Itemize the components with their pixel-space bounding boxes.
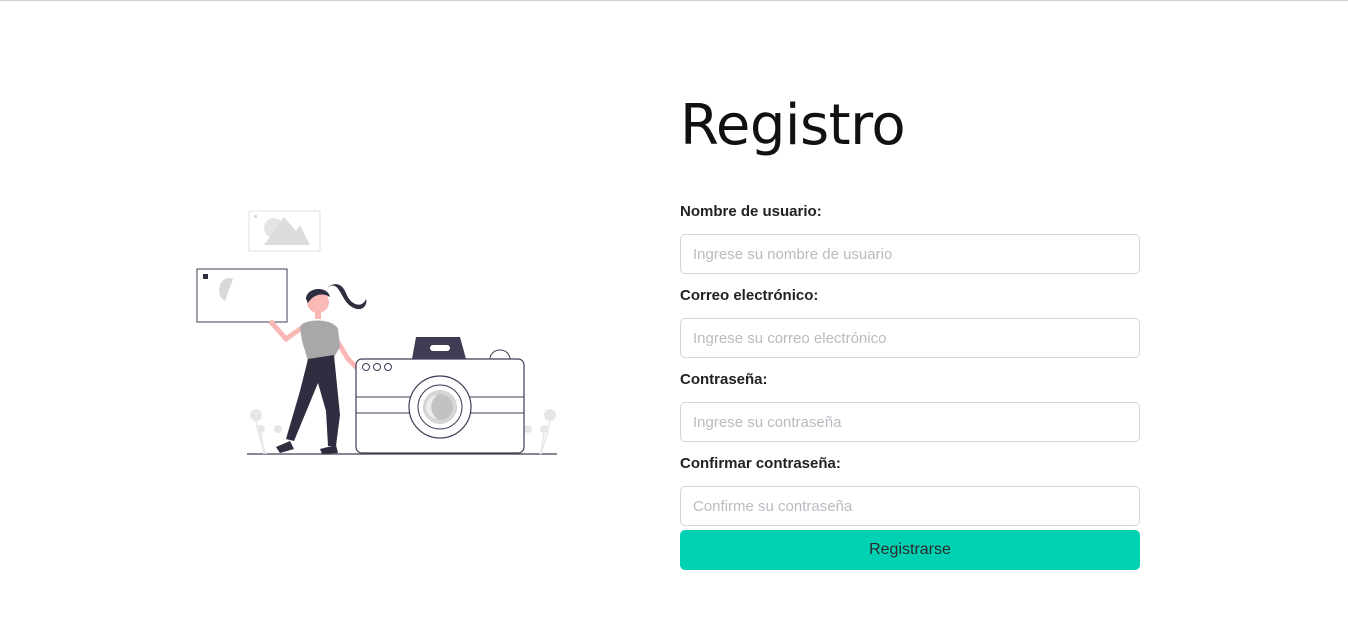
username-group: Nombre de usuario: <box>680 202 1140 274</box>
register-form: Nombre de usuario: Correo electrónico: C… <box>680 202 1140 570</box>
image-placeholder-icon <box>248 210 321 252</box>
photo-card-icon <box>196 268 288 323</box>
username-label: Nombre de usuario: <box>680 203 822 220</box>
email-group: Correo electrónico: <box>680 286 1140 358</box>
username-input[interactable] <box>680 234 1140 274</box>
password-label: Contraseña: <box>680 371 768 388</box>
register-page: Registro Nombre de usuario: Correo elect… <box>0 0 1348 643</box>
confirm-password-group: Confirmar contraseña: <box>680 454 1140 526</box>
email-input[interactable] <box>680 318 1140 358</box>
register-button[interactable]: Registrarse <box>680 530 1140 570</box>
confirm-password-label: Confirmar contraseña: <box>680 455 841 472</box>
password-group: Contraseña: <box>680 370 1140 442</box>
page-title: Registro <box>680 93 906 158</box>
woman-with-camera-illustration <box>190 201 570 466</box>
confirm-password-input[interactable] <box>680 486 1140 526</box>
register-panel: Registro Nombre de usuario: Correo elect… <box>680 89 1140 570</box>
camera-icon <box>355 337 525 454</box>
email-label: Correo electrónico: <box>680 287 819 304</box>
password-input[interactable] <box>680 402 1140 442</box>
